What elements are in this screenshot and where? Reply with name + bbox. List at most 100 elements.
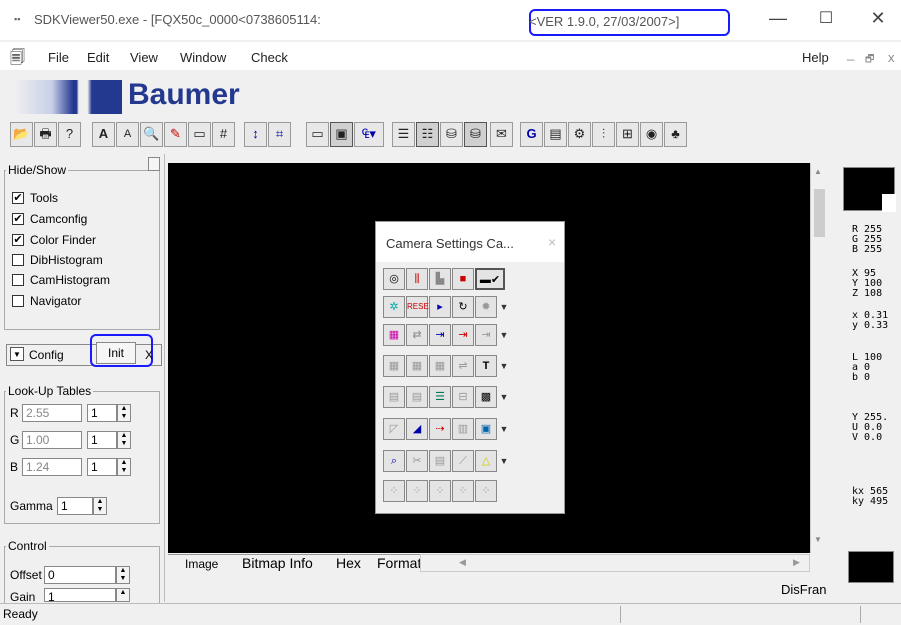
io-icon[interactable]: ⇢: [429, 418, 451, 440]
network-icon[interactable]: ⊞: [616, 122, 639, 147]
color-bars-icon[interactable]: ⫼: [406, 268, 428, 290]
lut-b-step[interactable]: 1: [87, 458, 117, 476]
horizontal-scrollbar[interactable]: ◀ ▶: [420, 554, 810, 572]
help-icon[interactable]: ?: [58, 122, 81, 147]
chevron-down-icon[interactable]: ▼: [498, 456, 510, 466]
close-button[interactable]: ✕: [858, 8, 898, 32]
trigger-check-icon[interactable]: ⇥: [452, 324, 474, 346]
scissor-icon[interactable]: ✂: [406, 450, 428, 472]
checkbox-color-finder[interactable]: ✔: [12, 234, 24, 246]
tab-format[interactable]: Format: [377, 555, 421, 571]
config-dropdown-label[interactable]: Config: [29, 348, 64, 362]
magnify-icon[interactable]: ⌕: [383, 450, 405, 472]
scroll-left-icon[interactable]: ◀: [459, 557, 466, 568]
colors-icon[interactable]: ₠▾: [354, 122, 384, 147]
checkbox-camconfig[interactable]: ✔: [12, 213, 24, 225]
gamma-spinner[interactable]: ▲ ▼: [93, 497, 107, 515]
camera-settings-icon[interactable]: ▣: [330, 122, 353, 147]
print-icon[interactable]: 🖶: [34, 122, 57, 147]
cross-icon[interactable]: ⌗: [268, 122, 291, 147]
text-t-icon[interactable]: T: [475, 355, 497, 377]
bars-icon[interactable]: ▤: [429, 450, 451, 472]
lut-b-spinner[interactable]: ▲ ▼: [117, 458, 131, 476]
lut-g-spinner[interactable]: ▲ ▼: [117, 431, 131, 449]
arrows-icon[interactable]: ⇄: [406, 324, 428, 346]
mdi-restore-button[interactable]: 🗗: [865, 52, 874, 69]
grid-table2-icon[interactable]: ▦: [406, 355, 428, 377]
tab-image[interactable]: Image: [185, 557, 218, 571]
grid-icon[interactable]: #: [212, 122, 235, 147]
offset-value[interactable]: 0: [44, 566, 116, 584]
maximize-button[interactable]: ☐: [806, 8, 846, 32]
camera-settings-close[interactable]: ×: [548, 234, 556, 250]
zoom-icon[interactable]: 🔍: [140, 122, 163, 147]
doc-icon[interactable]: ▤: [544, 122, 567, 147]
config-icon[interactable]: ⚙: [568, 122, 591, 147]
window-icon[interactable]: ▣: [475, 418, 497, 440]
dots3-icon[interactable]: ⁘: [429, 480, 451, 502]
ruler-icon[interactable]: ▥: [452, 418, 474, 440]
lut-r-step[interactable]: 1: [87, 404, 117, 422]
menu-view[interactable]: View: [130, 50, 158, 65]
dots4-icon[interactable]: ⁘: [452, 480, 474, 502]
chevron-down-icon[interactable]: ▼: [498, 302, 510, 312]
checkbox-navigator[interactable]: [12, 295, 24, 307]
list-icon[interactable]: ☰: [392, 122, 415, 147]
ramp-icon[interactable]: ◢: [406, 418, 428, 440]
triangle-icon[interactable]: △: [475, 450, 497, 472]
menu-help[interactable]: Help: [802, 50, 829, 65]
firewire-icon[interactable]: ◉: [640, 122, 663, 147]
rect-icon[interactable]: ▭: [188, 122, 211, 147]
grid-table-icon[interactable]: ▦: [383, 355, 405, 377]
dots5-icon[interactable]: ⁘: [475, 480, 497, 502]
font-down-icon[interactable]: A: [116, 122, 139, 147]
offset-spinner[interactable]: ▲ ▼: [116, 566, 130, 584]
plugin-icon[interactable]: ♣: [664, 122, 687, 147]
trigger-icon[interactable]: ⇥: [429, 324, 451, 346]
dots-icon[interactable]: ⁘: [383, 480, 405, 502]
camera-icon[interactable]: ▭: [306, 122, 329, 147]
menu-check[interactable]: Check: [251, 50, 288, 65]
sliders-icon[interactable]: ⊟: [452, 386, 474, 408]
copy-icon[interactable]: ▙: [429, 268, 451, 290]
vertical-scrollbar[interactable]: ▲ ▼: [810, 163, 828, 553]
gamma-value[interactable]: 1: [57, 497, 93, 515]
tune-icon[interactable]: ⫶: [592, 122, 615, 147]
lut-r-spinner[interactable]: ▲ ▼: [117, 404, 131, 422]
lut-b-value[interactable]: 1.24: [22, 458, 82, 476]
image2-icon[interactable]: ▤: [406, 386, 428, 408]
dots2-icon[interactable]: ⁘: [406, 480, 428, 502]
flag2-icon[interactable]: ◸: [383, 418, 405, 440]
open-icon[interactable]: 📂: [10, 122, 33, 147]
check-icon[interactable]: ▬✔: [475, 268, 505, 290]
palette-icon[interactable]: ▦: [383, 324, 405, 346]
chevron-down-icon[interactable]: ▼: [498, 424, 510, 434]
init-button[interactable]: Init: [96, 342, 136, 364]
graph-icon[interactable]: ⟋: [452, 450, 474, 472]
play-icon[interactable]: ▸: [429, 296, 451, 318]
save-mpg-icon[interactable]: ⛁: [440, 122, 463, 147]
config-dropdown-arrow[interactable]: ▼: [10, 347, 24, 361]
lut-g-value[interactable]: 1.00: [22, 431, 82, 449]
pen-icon[interactable]: ✎: [164, 122, 187, 147]
lines-icon[interactable]: ☰: [429, 386, 451, 408]
flag-icon[interactable]: ■: [452, 268, 474, 290]
panel-toggle-button[interactable]: [148, 157, 160, 171]
chevron-down-icon[interactable]: ▼: [498, 330, 510, 340]
scroll-up-icon[interactable]: ▲: [814, 167, 822, 176]
menu-edit[interactable]: Edit: [87, 50, 109, 65]
gain-spinner[interactable]: ▲: [116, 588, 130, 602]
gear-icon[interactable]: ✹: [475, 296, 497, 318]
checkbox-dibhistogram[interactable]: [12, 254, 24, 266]
grid-table3-icon[interactable]: ▦: [429, 355, 451, 377]
chevron-down-icon[interactable]: ▼: [498, 361, 510, 371]
save-file-icon[interactable]: ⛁: [464, 122, 487, 147]
chevron-down-icon[interactable]: ▼: [498, 392, 510, 402]
checkbox-tools[interactable]: ✔: [12, 192, 24, 204]
vertical-scroll-thumb[interactable]: [814, 189, 825, 237]
tab-bitmap-info[interactable]: Bitmap Info: [242, 555, 313, 571]
checker-icon[interactable]: ▩: [475, 386, 497, 408]
mdi-minimize-button[interactable]: _: [847, 46, 854, 61]
checkbox-camhistogram[interactable]: [12, 274, 24, 286]
gain-value[interactable]: 1: [44, 588, 116, 604]
